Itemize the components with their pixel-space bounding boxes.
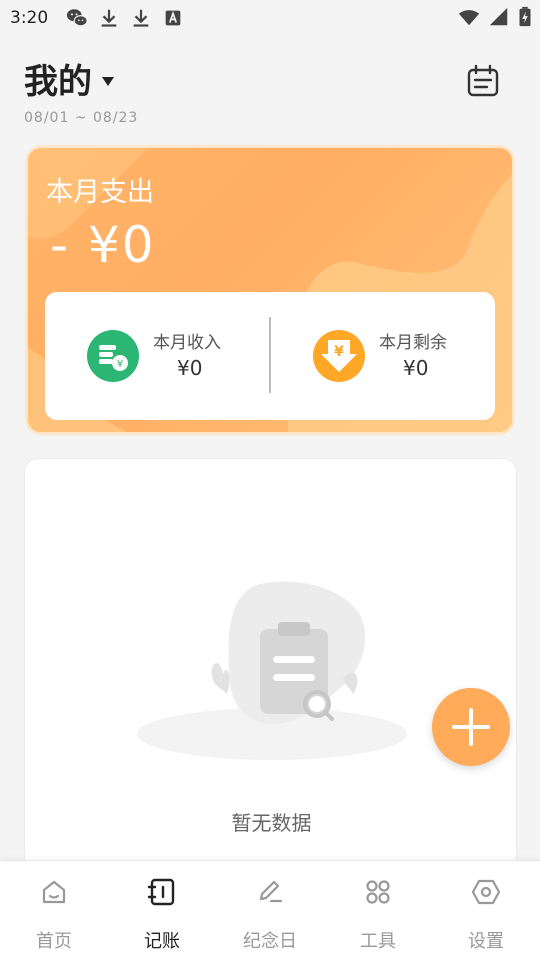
nav-label-bookkeeping: 记账: [144, 931, 180, 952]
add-record-button[interactable]: [432, 688, 510, 766]
status-bar: 3:20: [0, 0, 540, 36]
nav-item-tools[interactable]: 工具: [324, 861, 432, 960]
pen-icon: [259, 880, 283, 903]
status-time: 3:20: [10, 8, 49, 28]
svg-text:¥: ¥: [117, 359, 123, 370]
home-icon: [42, 880, 66, 904]
yen-down-icon: ¥: [313, 330, 365, 382]
remain-value: ¥0: [403, 356, 429, 380]
notebook-icon: [147, 878, 175, 906]
wifi-icon: [458, 10, 480, 26]
income-label: 本月收入: [153, 333, 221, 353]
bottom-navigation: 首页 记账 纪念日 工具 设置: [0, 860, 540, 960]
date-range: 08/01 ~ 08/23: [24, 110, 139, 126]
expense-value: - ¥0: [50, 216, 156, 274]
nav-item-bookkeeping[interactable]: 记账: [108, 861, 216, 960]
account-selector[interactable]: 我的: [24, 54, 116, 103]
apps-icon: [366, 880, 390, 904]
settings-icon: [471, 879, 501, 905]
expense-label: 本月支出: [46, 177, 154, 208]
nav-label-home: 首页: [36, 931, 72, 952]
divider: [269, 317, 271, 393]
caret-down-icon: [102, 76, 114, 86]
svg-text:¥: ¥: [334, 344, 344, 360]
battery-icon: [519, 6, 531, 27]
empty-state-text: 暂无数据: [231, 811, 312, 835]
income-remain-panel: ¥ 本月收入 ¥0 ¥ 本月剩余 ¥0: [45, 292, 495, 420]
empty-state-illustration: [137, 581, 407, 760]
nav-item-anniversary[interactable]: 纪念日: [216, 861, 324, 960]
nav-item-home[interactable]: 首页: [0, 861, 108, 960]
remain-label: 本月剩余: [379, 333, 447, 353]
nav-label-anniversary: 纪念日: [243, 931, 297, 952]
download-icon: [133, 9, 149, 27]
download-icon: [101, 9, 117, 27]
a-icon: [165, 10, 181, 26]
wechat-icon: [66, 9, 88, 27]
records-list-card: 暂无数据: [24, 458, 517, 898]
status-notification-icons: [66, 7, 184, 29]
nav-label-tools: 工具: [360, 931, 396, 952]
signal-icon: [489, 7, 508, 26]
monthly-summary-card: 本月支出 - ¥0 ¥ 本月收入 ¥0 ¥ 本月剩余 ¥0: [25, 145, 515, 435]
status-system-icons: [458, 6, 532, 28]
income-value: ¥0: [177, 356, 203, 380]
nav-item-settings[interactable]: 设置: [432, 861, 540, 960]
calendar-icon[interactable]: [466, 64, 500, 98]
plus-icon: [452, 708, 490, 746]
page-title: 我的: [24, 62, 92, 102]
nav-label-settings: 设置: [468, 931, 504, 952]
coins-icon: ¥: [87, 330, 139, 382]
